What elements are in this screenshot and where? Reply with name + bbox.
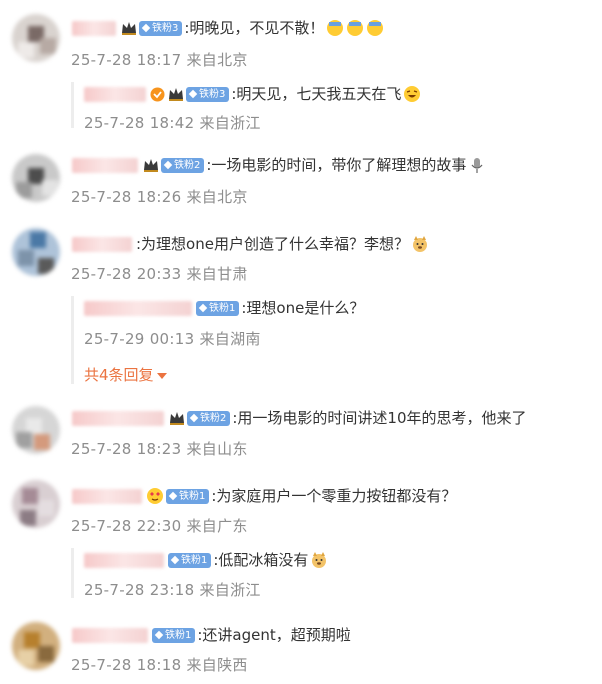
comment-meta: 25-7-28 18:18 来自陕西: [71, 656, 248, 674]
reply-header: 铁粉1 :低配冰箱没有: [84, 550, 328, 570]
comment-text: :明晚见，不见不散！: [184, 19, 325, 37]
comment-meta: 25-7-28 18:17 来自北京: [71, 51, 248, 69]
username[interactable]: [72, 236, 132, 252]
heart-eyes-emoji: [147, 488, 163, 504]
bowing-face-emoji: [324, 19, 384, 37]
comment-meta: 25-7-28 22:30 来自广东: [71, 517, 248, 535]
comment-header: 铁粉1 :为家庭用户一个零重力按钮都没有？: [72, 486, 456, 506]
doge-face-emoji: [312, 552, 327, 568]
username[interactable]: [84, 300, 192, 316]
crown-icon: [144, 159, 158, 172]
microphone-emoji: [471, 158, 483, 173]
crown-icon: [122, 22, 136, 35]
more-replies-label: 共4条回复: [84, 366, 154, 384]
reply-header: 铁粉1 :理想one是什么？: [84, 298, 364, 318]
comment-header: 铁粉3 :明晚见，不见不散！: [72, 18, 384, 38]
fan-badge[interactable]: 铁粉2: [161, 157, 205, 173]
reply-divider: [71, 82, 74, 128]
fan-badge[interactable]: 铁粉2: [187, 410, 231, 426]
fan-badge[interactable]: 铁粉1: [196, 300, 240, 316]
avatar[interactable]: [12, 154, 60, 202]
username[interactable]: [72, 488, 142, 504]
reply-text: :理想one是什么？: [241, 299, 365, 317]
comment-meta: 25-7-28 18:26 来自北京: [71, 188, 248, 206]
comment-header: 铁粉1 :还讲agent，超预期啦: [72, 625, 351, 645]
reply-header: 铁粉3 :明天见，七天我五天在飞: [84, 84, 421, 104]
fan-badge[interactable]: 铁粉1: [152, 627, 196, 643]
reply-meta: 25-7-29 00:13 来自湖南: [84, 330, 261, 348]
username[interactable]: [72, 627, 148, 643]
caret-down-icon: [156, 372, 167, 379]
comment-meta: 25-7-28 18:23 来自山东: [71, 440, 248, 458]
reply-divider: [71, 296, 74, 384]
doge-face-emoji: [412, 236, 427, 252]
comment-header: 铁粉2 :一场电影的时间，带你了解理想的故事: [72, 155, 486, 175]
username[interactable]: [72, 20, 116, 36]
fan-badge[interactable]: 铁粉3: [186, 86, 230, 102]
comment-text: :还讲agent，超预期啦: [197, 626, 351, 644]
reply-text: :低配冰箱没有: [213, 551, 309, 569]
reply-meta: 25-7-28 18:42 来自浙江: [84, 114, 261, 132]
comment-text: :一场电影的时间，带你了解理想的故事: [206, 156, 467, 174]
fan-badge[interactable]: 铁粉1: [166, 488, 210, 504]
avatar[interactable]: [12, 406, 60, 454]
username[interactable]: [72, 410, 164, 426]
reply-text: :明天见，七天我五天在飞: [231, 85, 402, 103]
avatar[interactable]: [12, 228, 60, 276]
crown-icon: [170, 412, 184, 425]
comment-text: :为理想one用户创造了什么幸福？李想？: [136, 235, 409, 253]
username[interactable]: [84, 552, 164, 568]
username[interactable]: [84, 86, 146, 102]
avatar[interactable]: [12, 14, 60, 62]
fan-badge[interactable]: 铁粉3: [139, 20, 183, 36]
reply-divider: [71, 548, 74, 598]
avatar[interactable]: [12, 480, 60, 528]
laughing-face-emoji: [404, 86, 421, 102]
comment-text: :为家庭用户一个零重力按钮都没有？: [211, 487, 457, 505]
comment-header: 铁粉2 :用一场电影的时间讲述10年的思考，他来了: [72, 408, 527, 428]
comment-header: :为理想one用户创造了什么幸福？李想？: [72, 234, 429, 254]
fan-badge[interactable]: 铁粉1: [168, 552, 212, 568]
verified-icon: [150, 87, 165, 101]
username[interactable]: [72, 157, 138, 173]
comment-meta: 25-7-28 20:33 来自甘肃: [71, 265, 248, 283]
crown-icon: [169, 88, 183, 101]
more-replies-button[interactable]: 共4条回复: [84, 364, 167, 385]
reply-meta: 25-7-28 23:18 来自浙江: [84, 581, 261, 599]
comment-text: :用一场电影的时间讲述10年的思考，他来了: [232, 409, 527, 427]
avatar[interactable]: [12, 622, 60, 670]
